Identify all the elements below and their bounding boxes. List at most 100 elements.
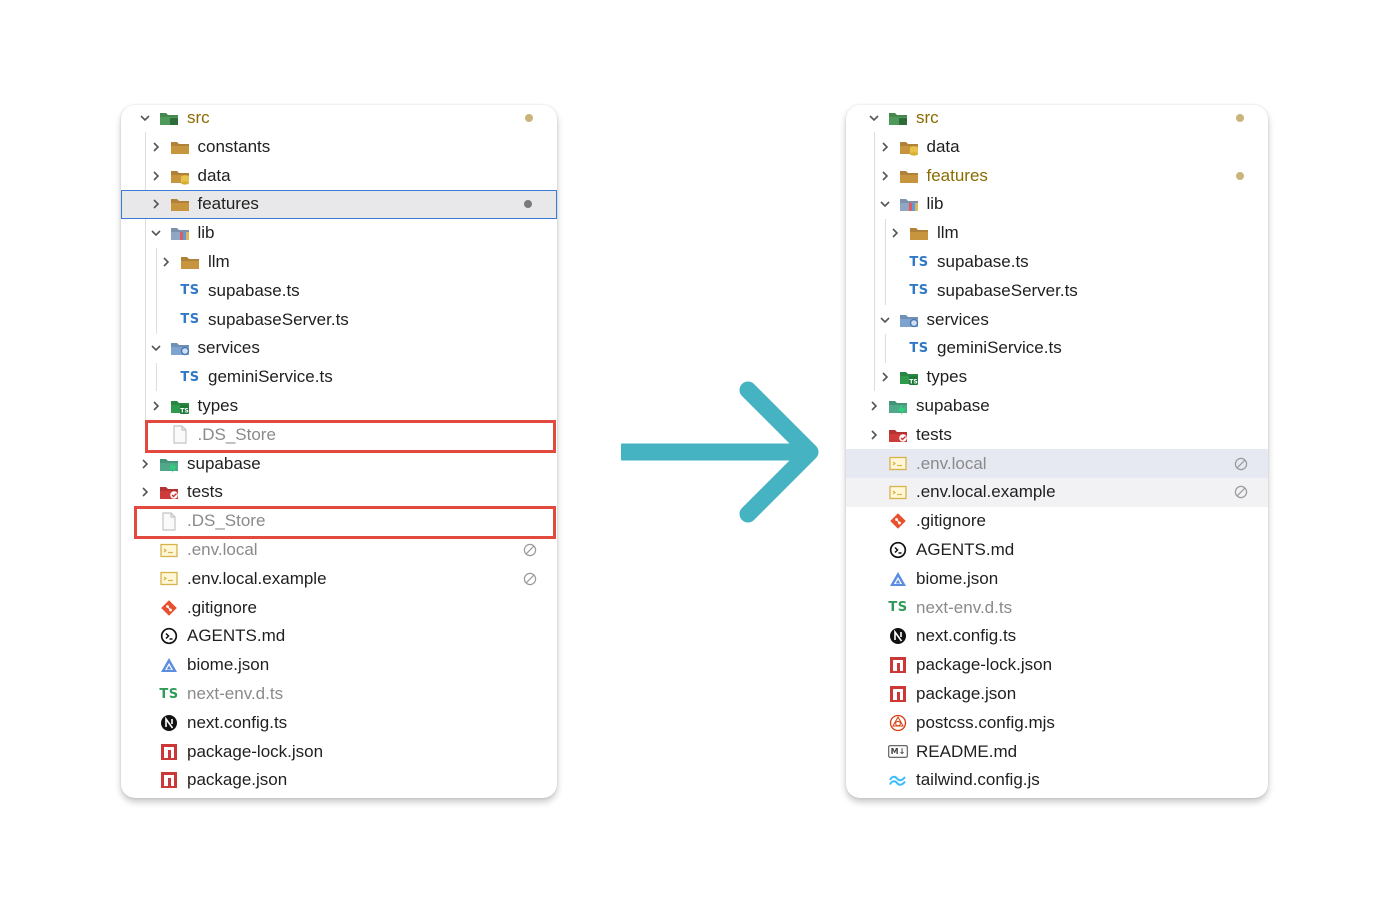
tree-folder-row[interactable]: data — [846, 132, 1268, 161]
chevron-right-icon[interactable] — [888, 219, 902, 248]
chevron-down-icon[interactable] — [867, 105, 881, 133]
env-icon — [887, 453, 909, 475]
ts-badge-label: TS — [180, 312, 200, 328]
chevron-right-icon[interactable] — [138, 449, 152, 478]
chevron-down-icon[interactable] — [138, 105, 152, 133]
tree-file-row[interactable]: package.json — [121, 766, 557, 795]
tree-item-label: llm — [937, 223, 959, 243]
tree-file-row[interactable]: biome.json — [846, 564, 1268, 593]
tree-file-row[interactable]: .env.local — [846, 449, 1268, 479]
tree-folder-row[interactable]: data — [121, 161, 557, 190]
tree-item-label: AGENTS.md — [916, 540, 1015, 559]
tree-folder-row[interactable]: supabase — [121, 449, 557, 478]
tree-file-row[interactable]: TS next-env.d.ts — [121, 680, 557, 709]
tree-folder-row[interactable]: tests — [846, 420, 1268, 449]
typescript-icon: TS — [908, 337, 930, 359]
tree-folder-row[interactable]: features — [846, 161, 1268, 190]
tree-file-row[interactable]: package-lock.json — [846, 651, 1268, 680]
tree-folder-row[interactable]: TS types — [846, 363, 1268, 392]
tree-item-label: types — [926, 367, 968, 387]
chevron-right-icon[interactable] — [867, 392, 881, 421]
tree-file-row[interactable]: TS supabaseServer.ts — [121, 305, 557, 334]
folder-data-icon — [169, 165, 191, 187]
tree-folder-row[interactable]: lib — [121, 219, 557, 248]
tree-item-label: data — [926, 136, 960, 156]
tree-file-row[interactable]: tailwind.config.js — [846, 766, 1268, 795]
tree-folder-row[interactable]: src — [846, 105, 1268, 133]
chevron-right-icon[interactable] — [149, 190, 163, 219]
tree-folder-row[interactable]: llm — [846, 219, 1268, 248]
tree-file-row[interactable]: M↓ README.md — [846, 737, 1268, 766]
tree-folder-row[interactable]: llm — [121, 248, 557, 277]
tree-folder-row[interactable]: lib — [846, 190, 1268, 219]
tree-file-row[interactable]: .gitignore — [121, 593, 557, 622]
tree-item-label: package.json — [187, 770, 288, 790]
chevron-right-icon[interactable] — [149, 392, 163, 421]
tree-file-row[interactable]: biome.json — [121, 651, 557, 680]
tree-item-label: next.config.ts — [916, 626, 1017, 646]
chevron-right-icon[interactable] — [878, 363, 892, 392]
chevron-right-icon[interactable] — [867, 420, 881, 449]
tree-folder-row[interactable]: supabase — [846, 392, 1268, 421]
folder-lib-icon — [169, 222, 191, 244]
tree-file-row[interactable]: AGENTS.md — [121, 622, 557, 651]
tree-item-label: supabase — [187, 453, 261, 473]
tree-file-row[interactable]: TS geminiService.ts — [846, 334, 1268, 363]
tree-file-row[interactable]: package.json — [846, 680, 1268, 709]
tree-folder-row[interactable]: constants — [121, 132, 557, 161]
tree-file-row[interactable]: TS supabase.ts — [846, 248, 1268, 277]
markdown-badge-label: M↓ — [890, 747, 906, 757]
folder-icon — [169, 193, 191, 215]
tailwind-icon — [887, 769, 909, 791]
ts-badge-label: TS — [159, 686, 179, 702]
folder-icon — [908, 222, 930, 244]
chevron-down-icon[interactable] — [878, 305, 892, 334]
tree-file-row[interactable]: TS supabase.ts — [121, 276, 557, 305]
tree-file-row[interactable]: next.config.ts — [846, 622, 1268, 651]
tree-item-label: src — [187, 108, 210, 127]
tree-folder-row[interactable]: src — [121, 105, 557, 133]
tree-item-label: package-lock.json — [916, 655, 1053, 675]
tree-file-row[interactable]: .gitignore — [846, 507, 1268, 536]
chevron-right-icon[interactable] — [878, 132, 892, 161]
tree-file-row[interactable]: TS geminiService.ts — [121, 363, 557, 392]
tree-file-row[interactable]: package-lock.json — [121, 737, 557, 766]
tree-folder-row[interactable]: services — [846, 305, 1268, 334]
tree-file-row[interactable]: .env.local.example — [121, 564, 557, 593]
tree-item-label: .DS_Store — [187, 511, 266, 531]
chevron-right-icon[interactable] — [138, 478, 152, 507]
chevron-right-icon[interactable] — [878, 161, 892, 190]
tree-item-label: geminiService.ts — [208, 367, 333, 387]
modified-dot-icon — [524, 200, 532, 209]
tree-file-row[interactable]: .env.local.example — [846, 477, 1268, 507]
folder-services-icon — [169, 337, 191, 359]
ts-badge-label: TS — [180, 283, 200, 299]
file-icon — [158, 510, 180, 532]
tree-folder-row[interactable]: services — [121, 334, 557, 363]
tree-file-row[interactable]: postcss.config.mjs — [846, 708, 1268, 737]
tree-file-row[interactable]: AGENTS.md — [846, 536, 1268, 565]
nextjs-icon — [158, 712, 180, 734]
tree-file-row[interactable]: TS supabaseServer.ts — [846, 276, 1268, 305]
chevron-down-icon[interactable] — [149, 219, 163, 248]
chevron-right-icon[interactable] — [159, 248, 173, 277]
tree-file-row[interactable]: .DS_Store — [121, 507, 557, 536]
chevron-down-icon[interactable] — [878, 190, 892, 219]
tree-item-label: package-lock.json — [187, 741, 324, 761]
tree-folder-row[interactable]: features — [121, 189, 557, 219]
tree-file-row[interactable]: TS next-env.d.ts — [846, 593, 1268, 622]
chevron-right-icon[interactable] — [149, 132, 163, 161]
tree-file-row[interactable]: .env.local — [121, 536, 557, 565]
typescript-def-icon: TS — [158, 683, 180, 705]
tree-file-row[interactable]: .DS_Store — [121, 420, 557, 449]
chevron-down-icon[interactable] — [149, 334, 163, 363]
tree-folder-row[interactable]: tests — [121, 478, 557, 507]
tree-file-row[interactable]: next.config.ts — [121, 708, 557, 737]
chevron-right-icon[interactable] — [149, 161, 163, 190]
tree-folder-row[interactable]: TS types — [121, 392, 557, 421]
